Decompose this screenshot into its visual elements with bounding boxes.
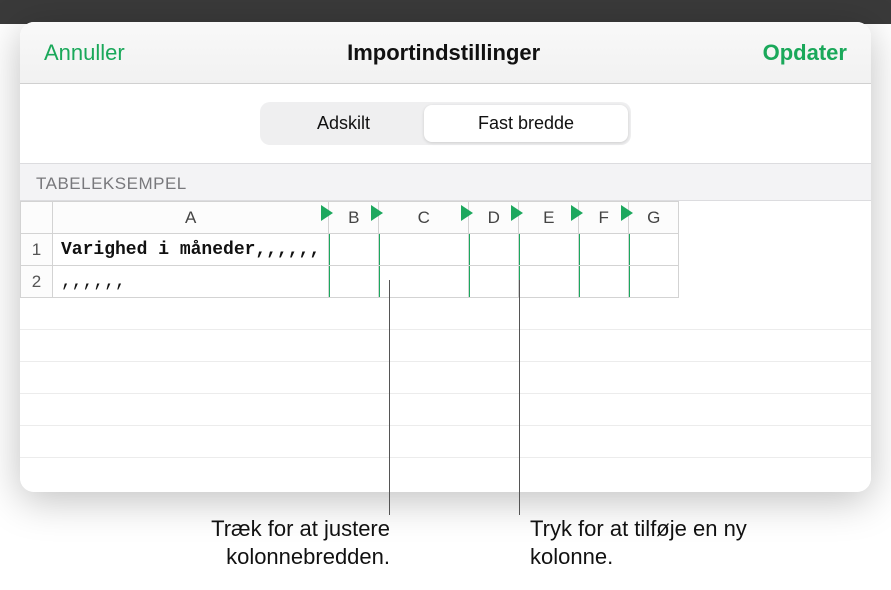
update-button[interactable]: Opdater <box>763 40 847 66</box>
table-cell[interactable] <box>329 234 379 266</box>
column-divider <box>629 234 630 265</box>
column-divider <box>519 266 520 297</box>
column-divider <box>379 234 380 265</box>
column-header-label: F <box>599 208 609 227</box>
column-header-label: C <box>418 208 430 227</box>
column-header-label: E <box>543 208 554 227</box>
row-number[interactable]: 1 <box>21 234 53 266</box>
table-cell[interactable] <box>579 266 629 298</box>
column-header-c[interactable]: C <box>379 202 469 234</box>
table-cell[interactable] <box>629 234 679 266</box>
table-cell[interactable] <box>519 234 579 266</box>
table-cell[interactable]: ,,,,,, <box>53 266 329 298</box>
column-resize-handle[interactable] <box>371 205 383 221</box>
column-resize-handle[interactable] <box>511 205 523 221</box>
column-header-label: B <box>348 208 359 227</box>
cancel-button[interactable]: Annuller <box>44 40 125 66</box>
table-cell[interactable] <box>579 234 629 266</box>
column-header-a[interactable]: A <box>53 202 329 234</box>
corner-cell <box>21 202 53 234</box>
column-resize-handle[interactable] <box>571 205 583 221</box>
column-header-label: G <box>647 208 660 227</box>
column-header-e[interactable]: E <box>519 202 579 234</box>
backdrop <box>0 0 891 24</box>
column-divider <box>579 234 580 265</box>
column-header-label: A <box>185 208 196 227</box>
table-cell[interactable] <box>469 234 519 266</box>
column-divider <box>469 266 470 297</box>
table-cell[interactable] <box>379 234 469 266</box>
column-divider <box>469 234 470 265</box>
column-resize-handle[interactable] <box>321 205 333 221</box>
table-cell[interactable]: Varighed i måneder,,,,,, <box>53 234 329 266</box>
table-preview-header: TABELEKSEMPEL <box>20 163 871 201</box>
column-header-g[interactable]: G <box>629 202 679 234</box>
empty-rows <box>20 298 871 458</box>
titlebar: Annuller Importindstillinger Opdater <box>20 22 871 84</box>
segmented-control: Adskilt Fast bredde <box>260 102 631 145</box>
import-settings-modal: Annuller Importindstillinger Opdater Ads… <box>20 22 871 492</box>
column-divider <box>379 266 380 297</box>
table-cell[interactable] <box>469 266 519 298</box>
row-number[interactable]: 2 <box>21 266 53 298</box>
column-divider <box>579 266 580 297</box>
table-cell[interactable] <box>379 266 469 298</box>
column-divider <box>519 234 520 265</box>
table-cell[interactable] <box>519 266 579 298</box>
column-divider <box>329 234 330 265</box>
callout-text-left: Træk for at justere kolonnebredden. <box>120 515 390 570</box>
column-resize-handle[interactable] <box>461 205 473 221</box>
column-divider <box>629 266 630 297</box>
table-cell[interactable] <box>629 266 679 298</box>
segment-row: Adskilt Fast bredde <box>20 84 871 163</box>
modal-title: Importindstillinger <box>347 40 540 66</box>
segment-fixed-width[interactable]: Fast bredde <box>424 105 628 142</box>
column-divider <box>329 266 330 297</box>
column-resize-handle[interactable] <box>621 205 633 221</box>
callout-text-right: Tryk for at tilføje en ny kolonne. <box>530 515 770 570</box>
column-header-label: D <box>488 208 500 227</box>
table-cell[interactable] <box>329 266 379 298</box>
table-preview[interactable]: A B C D E F G 1Varighed i måneder,,,,,,2,,,,,, <box>20 201 871 492</box>
callouts: Træk for at justere kolonnebredden. Tryk… <box>0 490 891 590</box>
segment-delimited[interactable]: Adskilt <box>263 105 424 142</box>
